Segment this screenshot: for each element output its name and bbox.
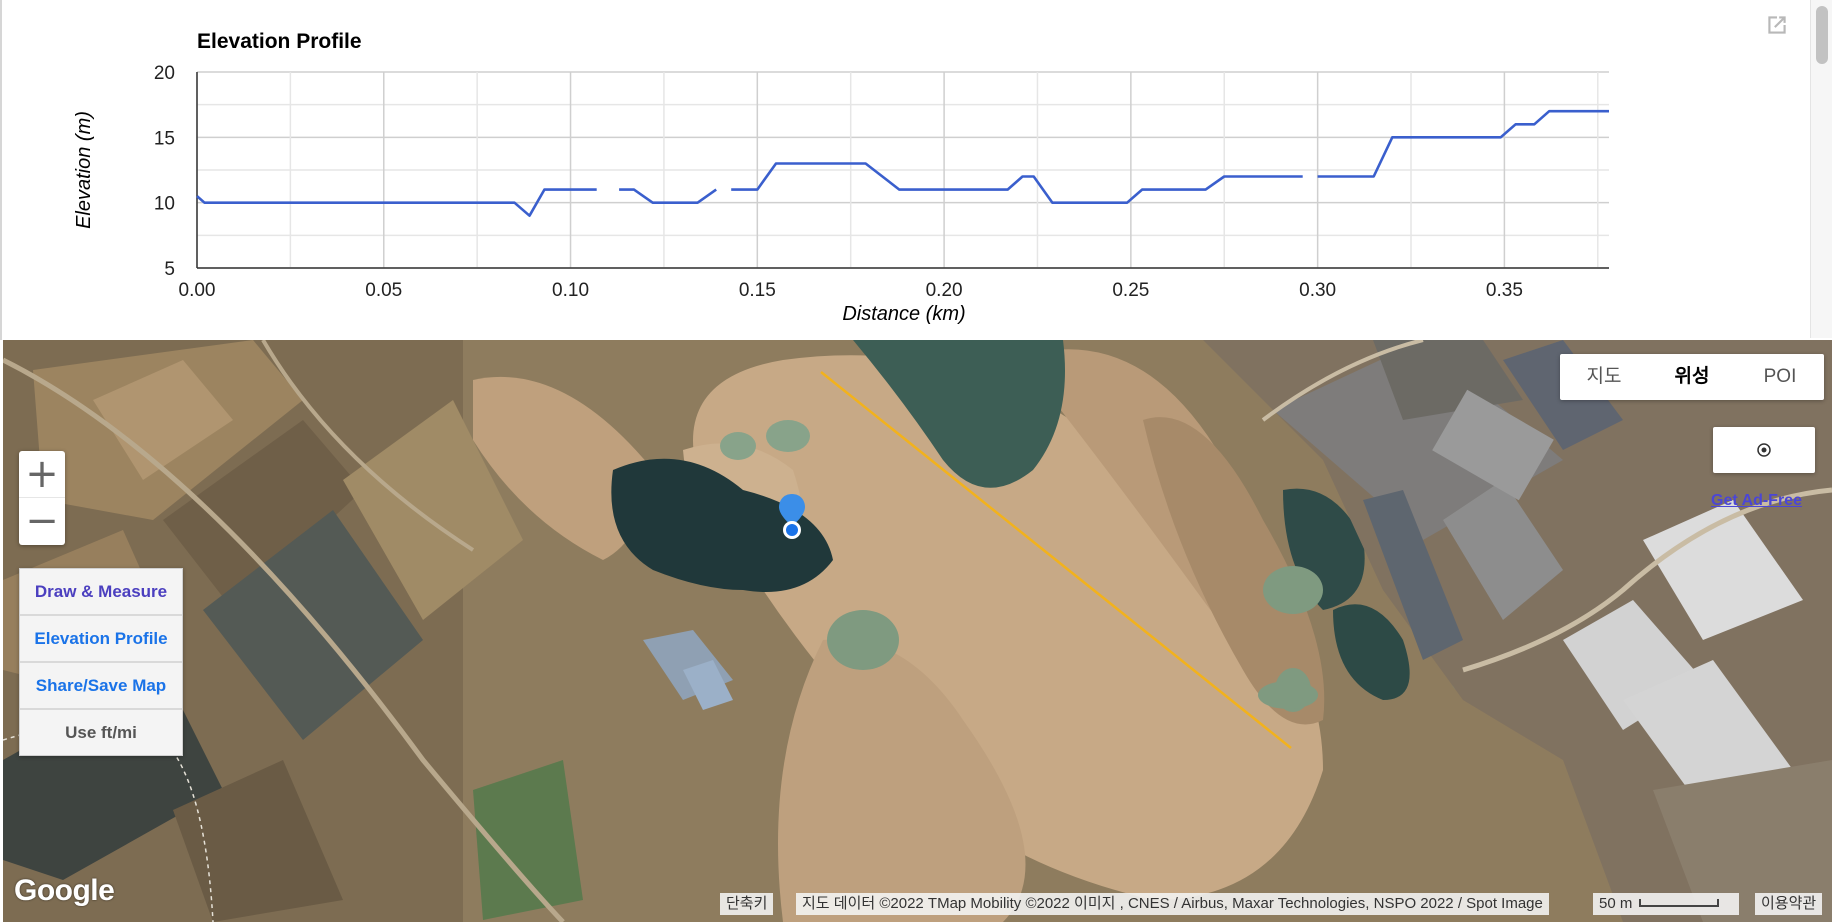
x-tick-label: 0.35 — [1486, 280, 1523, 301]
external-link-icon[interactable] — [1764, 12, 1790, 38]
map-type-poi-button[interactable]: POI — [1736, 354, 1824, 400]
elevation-line-segment — [1317, 109, 1609, 178]
share-save-map-button[interactable]: Share/Save Map — [20, 663, 182, 710]
map-type-satellite-button[interactable]: 위성 — [1648, 354, 1736, 400]
scrollbar[interactable] — [1810, 0, 1832, 338]
zoom-control: + − — [19, 451, 65, 545]
elevation-chart: Elevation Profile 0.00 0.05 0.10 0.15 0.20 0.… — [73, 30, 1609, 325]
y-axis-label: Elevation (m) — [73, 111, 95, 229]
target-icon — [1757, 443, 1771, 457]
x-tick-label: 0.20 — [926, 280, 963, 301]
elevation-chart-panel: Elevation Profile 0.00 0.05 0.10 0.15 0.20 0.… — [0, 0, 1832, 340]
chart-grid — [196, 71, 1609, 269]
y-axis-ticks: 5 10 15 20 — [154, 63, 175, 280]
x-tick-label: 0.25 — [1112, 280, 1149, 301]
x-tick-label: 0.15 — [739, 280, 776, 301]
map-type-map-button[interactable]: 지도 — [1560, 354, 1648, 400]
scale-label: 50 m — [1599, 895, 1633, 912]
x-tick-label: 0.30 — [1299, 280, 1336, 301]
draw-measure-button[interactable]: Draw & Measure — [20, 569, 182, 616]
map-tools-menu: Draw & Measure Elevation Profile Share/S… — [19, 568, 183, 756]
y-tick-label: 20 — [154, 63, 175, 84]
my-location-button[interactable] — [1713, 427, 1815, 473]
map-data-attribution: 지도 데이터 ©2022 TMap Mobility ©2022 이미지 , C… — [796, 893, 1549, 915]
elevation-line-segment — [619, 188, 717, 204]
x-tick-label: 0.00 — [179, 280, 216, 301]
elevation-profile-button[interactable]: Elevation Profile — [20, 616, 182, 663]
terms-link[interactable]: 이용약관 — [1755, 893, 1823, 915]
elevation-series — [196, 109, 1609, 217]
scrollbar-thumb[interactable] — [1816, 6, 1828, 64]
get-ad-free-link[interactable]: Get Ad-Free — [1711, 492, 1802, 510]
y-tick-label: 5 — [164, 259, 175, 280]
scale-bar — [1639, 899, 1719, 907]
y-tick-label: 15 — [154, 128, 175, 149]
x-axis-label: Distance (km) — [842, 303, 965, 325]
zoom-out-button[interactable]: − — [19, 498, 65, 544]
map-scale[interactable]: 50 m — [1593, 893, 1739, 915]
x-axis-ticks: 0.00 0.05 0.10 0.15 0.20 0.25 0.30 0.35 — [179, 280, 1523, 301]
zoom-in-button[interactable]: + — [19, 451, 65, 498]
x-tick-label: 0.10 — [552, 280, 589, 301]
elevation-line-segment — [196, 188, 597, 217]
use-ft-mi-button[interactable]: Use ft/mi — [20, 710, 182, 755]
google-logo: Google — [14, 874, 115, 907]
map-type-control: 지도 위성 POI — [1560, 354, 1824, 400]
keyboard-shortcuts-link[interactable]: 단축키 — [720, 893, 774, 915]
satellite-map[interactable]: + − Draw & Measure Elevation Profile Sha… — [3, 340, 1832, 922]
y-tick-label: 10 — [154, 194, 175, 215]
location-marker-icon[interactable] — [777, 492, 807, 544]
x-tick-label: 0.05 — [365, 280, 402, 301]
chart-title: Elevation Profile — [197, 30, 362, 53]
satellite-imagery — [3, 340, 1832, 922]
